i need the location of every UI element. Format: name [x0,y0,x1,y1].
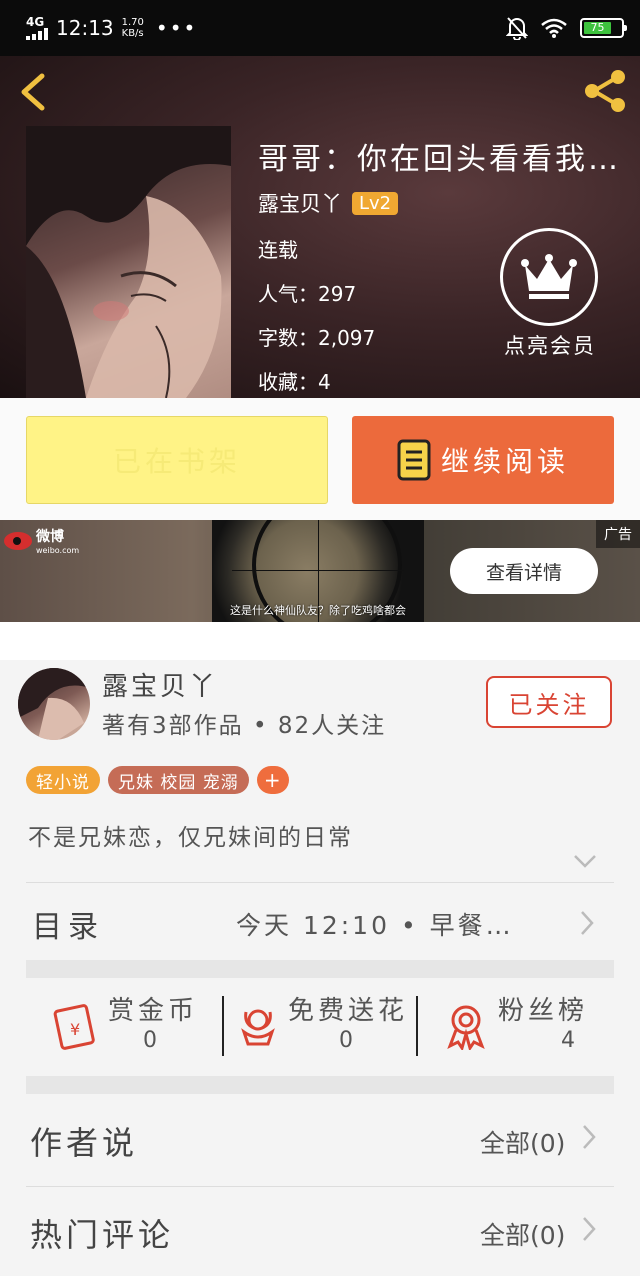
hot-comments-all: 全部(0) [480,1221,566,1250]
book-word-count: 字数：2,097 [258,326,376,350]
continue-reading-button[interactable]: 继续阅读 [352,416,614,504]
speed-unit: KB/s [121,28,144,39]
share-icon [585,70,625,112]
tag-genres[interactable]: 兄妹 校园 宠溺 [108,766,249,794]
book-details: 露宝贝丫 著有3部作品 • 82人关注 已关注 轻小说 兄妹 校园 宠溺 + 不… [0,660,640,1276]
ad-video-thumbnail[interactable]: 这是什么神仙队友？除了吃鸡啥都会 [212,520,424,622]
book-icon [397,439,431,481]
book-actions: 已在书架 继续阅读 [0,398,640,520]
toc-label: 目录 [32,910,104,945]
hot-comments-label: 热门评论 [30,1216,175,1254]
book-author[interactable]: 露宝贝丫 [258,188,342,218]
status-time: 12:13 [56,16,114,40]
network-type: 4G [26,15,45,29]
on-shelf-button[interactable]: 已在书架 [26,416,328,504]
ad-detail-button[interactable]: 查看详情 [450,548,598,594]
svg-text:¥: ¥ [70,1020,80,1039]
book-title: 哥哥：你在回头看看我… [258,142,621,177]
status-bar: 4G 12:13 1.70 KB/s ••• 75 [0,0,640,56]
back-arrow-icon [21,73,45,111]
free-flower-label: 免费送花 [288,996,409,1026]
fan-ranking-stat[interactable]: 粉丝榜 4 [418,980,614,1076]
fan-ranking-label: 粉丝榜 [498,996,589,1026]
reward-coins-stat[interactable]: ¥ 赏金币 0 [26,980,222,1076]
weibo-eye-icon [4,531,32,550]
chevron-right-icon [583,1217,596,1241]
signal-icon: 4G [26,16,48,40]
vip-label: 点亮会员 [504,334,596,358]
section-band [26,1076,614,1094]
author-says-label: 作者说 [30,1124,139,1162]
free-flower-stat[interactable]: 免费送花 0 [224,980,418,1076]
battery-level: 75 [584,22,611,34]
divider [26,882,614,883]
add-tag-button[interactable]: + [256,766,289,794]
chevron-right-icon [583,1125,596,1149]
reward-coins-value: 0 [143,1028,157,1053]
author-name[interactable]: 露宝贝丫 [102,666,218,703]
support-stats: ¥ 赏金币 0 免费送花 0 粉丝榜 4 [26,980,614,1076]
avatar-illustration [18,668,90,740]
fan-ranking-value: 4 [561,1028,575,1053]
ad-banner[interactable]: 微博 weibo.com 这是什么神仙队友？除了吃鸡啥都会 查看详情 广告 [0,520,640,622]
crown-icon [500,228,598,326]
author-level-badge: Lv2 [352,191,399,215]
ad-brand-sub: weibo.com [36,546,80,555]
book-status: 连载 [258,238,298,262]
book-header: 哥哥：你在回头看看我… 露宝贝丫 Lv2 连载 人气：297 字数：2,097 … [0,56,640,398]
speed-value: 1.70 [121,17,144,28]
chevron-right-icon [581,911,594,935]
chevron-down-icon[interactable] [572,852,598,870]
back-button[interactable] [14,70,58,114]
follow-button[interactable]: 已关注 [486,676,612,728]
mute-bell-icon [506,17,528,40]
author-says-all: 全部(0) [480,1129,566,1158]
ad-tag: 广告 [596,520,640,548]
author-stats: 著有3部作品 • 82人关注 [102,713,387,739]
hot-comments-row[interactable]: 热门评论 全部(0) [0,1186,640,1276]
toc-latest-chapter: 今天 12:10 • 早餐… [236,911,514,940]
tag-list: 轻小说 兄妹 校园 宠溺 + [26,766,289,794]
section-band [26,960,614,978]
cover-illustration [26,126,231,398]
tag-light-novel[interactable]: 轻小说 [26,766,100,794]
ad-brand: 微博 [36,529,64,545]
book-popularity: 人气：297 [258,282,357,306]
section-gap [0,622,640,660]
book-favorites: 收藏：4 [258,370,331,394]
free-flower-value: 0 [339,1028,353,1053]
author-says-row[interactable]: 作者说 全部(0) [0,1094,640,1184]
network-speed: 1.70 KB/s [122,17,144,39]
book-author-row: 露宝贝丫 Lv2 [258,188,399,218]
medal-icon [447,1005,485,1050]
wifi-icon [541,18,567,38]
more-notifications: ••• [155,16,198,40]
flower-icon [241,1009,275,1046]
continue-reading-label: 继续阅读 [440,445,569,478]
weibo-logo: 微博 weibo.com [4,526,79,555]
vip-membership-button[interactable]: 点亮会员 [500,228,600,360]
book-intro: 不是兄妹恋，仅兄妹间的日常 [28,825,353,851]
table-of-contents-row[interactable]: 目录 今天 12:10 • 早餐… [0,884,640,960]
ad-caption: 这是什么神仙队友？除了吃鸡啥都会 [230,604,406,617]
share-button[interactable] [580,66,630,116]
reward-coins-label: 赏金币 [108,996,199,1026]
battery-icon: 75 [580,18,627,38]
book-cover[interactable] [26,126,231,398]
author-avatar[interactable] [18,668,90,740]
red-envelope-icon: ¥ [53,1004,95,1050]
